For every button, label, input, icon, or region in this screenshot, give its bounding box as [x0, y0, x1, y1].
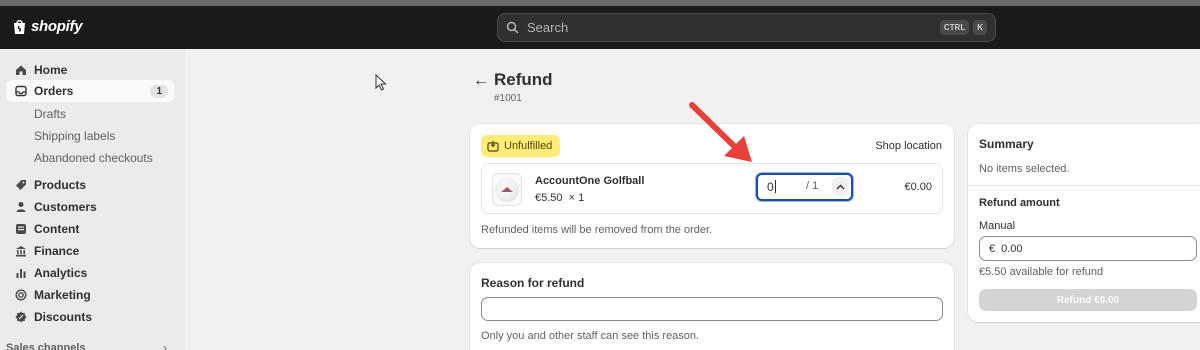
line-refund-total: €0.00 — [904, 181, 932, 193]
search-bar[interactable]: Search CTRL K — [497, 13, 996, 42]
divider — [968, 185, 1200, 186]
sidebar-item-marketing[interactable]: Marketing — [6, 284, 174, 306]
sidebar-item-label: Customers — [34, 200, 97, 214]
reason-title: Reason for refund — [481, 276, 585, 290]
tag-icon — [14, 178, 28, 192]
manual-label: Manual — [979, 220, 1016, 232]
sidebar-item-finance[interactable]: Finance — [6, 240, 174, 262]
chevron-right-icon[interactable]: › — [163, 341, 167, 350]
sidebar-item-orders[interactable]: Orders 1 — [6, 80, 174, 102]
sidebar-item-customers[interactable]: Customers — [6, 196, 174, 218]
discount-icon — [14, 310, 28, 324]
refund-quantity-max: / 1 — [806, 180, 819, 192]
sales-channels-heading[interactable]: Sales channels — [6, 342, 86, 350]
summary-card: Summary No items selected. Refund amount… — [968, 124, 1200, 322]
shopify-bag-icon — [14, 20, 25, 34]
shortcut-key-k: K — [973, 20, 987, 35]
ordered-quantity: × 1 — [568, 192, 585, 204]
sidebar-item-label: Marketing — [34, 288, 91, 302]
available-for-refund: €5.50 available for refund — [979, 266, 1104, 278]
product-price-qty: €5.50 × 1 — [535, 192, 584, 204]
status-badge: Unfulfilled — [481, 135, 561, 157]
sidebar-item-analytics[interactable]: Analytics — [6, 262, 174, 284]
bar-chart-icon — [14, 266, 28, 280]
brand-name: shopify — [31, 18, 83, 35]
shortcut-key-ctrl: CTRL — [939, 20, 970, 35]
sidebar-item-label: Orders — [34, 84, 74, 98]
refund-quantity-input[interactable]: 0 / 1 — [756, 173, 853, 201]
golf-ball-image — [495, 177, 519, 202]
refund-button[interactable]: Refund €0.00 — [979, 289, 1197, 311]
orders-count-badge: 1 — [150, 84, 168, 98]
fulfillment-status-icon — [487, 141, 499, 152]
search-icon — [506, 21, 519, 34]
reason-input[interactable] — [481, 297, 943, 321]
fulfillment-location: Shop location — [875, 140, 942, 152]
summary-title: Summary — [979, 137, 1034, 151]
refund-amount-value: 0.00 — [1001, 242, 1023, 255]
sidebar-item-discounts[interactable]: Discounts — [6, 306, 174, 328]
shopify-logo[interactable]: shopify — [12, 18, 83, 35]
ball-logo-mark — [501, 186, 513, 192]
product-name[interactable]: AccountOne Golfball — [535, 175, 644, 187]
product-thumbnail — [492, 173, 522, 206]
text-caret — [775, 180, 776, 193]
sidebar-item-label: Content — [34, 222, 80, 236]
line-item-row: AccountOne Golfball €5.50 × 1 0 / 1 €0.0… — [481, 163, 943, 214]
order-number: #1001 — [494, 93, 522, 104]
sidebar-item-label: Finance — [34, 244, 80, 258]
refund-amount-title: Refund amount — [979, 197, 1060, 209]
refund-amount-input[interactable]: € 0.00 — [979, 236, 1197, 261]
sidebar-item-label: Discounts — [34, 310, 93, 324]
summary-empty-text: No items selected. — [979, 163, 1070, 175]
refund-quantity-value: 0 — [767, 180, 774, 194]
status-badge-label: Unfulfilled — [504, 140, 553, 152]
reason-help-text: Only you and other staff can see this re… — [481, 330, 700, 342]
sidebar-subitem-drafts[interactable]: Drafts — [34, 107, 66, 121]
mouse-cursor-icon — [375, 74, 387, 91]
sidebar-item-content[interactable]: Content — [6, 218, 174, 240]
sidebar-subitem-abandoned-checkouts[interactable]: Abandoned checkouts — [34, 151, 153, 165]
sidebar-item-label: Analytics — [34, 266, 88, 280]
bank-icon — [14, 244, 28, 258]
chevron-up-icon[interactable] — [836, 184, 845, 190]
back-arrow-icon[interactable]: ← — [473, 72, 489, 90]
sidebar-item-home[interactable]: Home — [6, 59, 174, 81]
reason-for-refund-card: Reason for refund Only you and other sta… — [470, 263, 954, 350]
search-placeholder: Search — [527, 20, 569, 35]
sidebar-item-label: Home — [34, 63, 68, 77]
sidebar: Home Orders 1 Drafts Shipping labels Aba… — [0, 49, 185, 350]
red-annotation-arrow-icon — [689, 102, 752, 162]
target-icon — [14, 288, 28, 302]
home-icon — [14, 63, 28, 77]
sidebar-item-label: Products — [34, 178, 87, 192]
person-icon — [14, 200, 28, 214]
orders-icon — [14, 84, 28, 98]
unit-price: €5.50 — [535, 192, 563, 204]
sidebar-subitem-shipping-labels[interactable]: Shipping labels — [34, 129, 115, 143]
quantity-stepper[interactable] — [832, 177, 849, 196]
top-bar: shopify Search CTRL K — [0, 6, 1200, 49]
sidebar-item-products[interactable]: Products — [6, 174, 174, 196]
page-title: Refund — [494, 70, 553, 89]
currency-symbol: € — [989, 242, 996, 255]
refund-note: Refunded items will be removed from the … — [481, 224, 713, 236]
content-icon — [14, 222, 28, 236]
